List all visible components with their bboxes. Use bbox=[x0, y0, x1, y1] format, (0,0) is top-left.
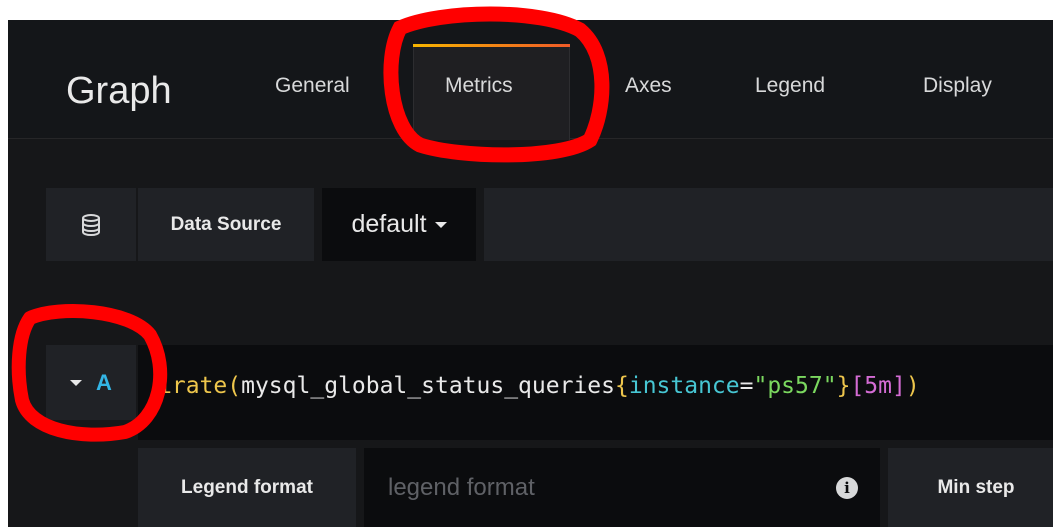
tab-axes[interactable]: Axes bbox=[625, 74, 672, 98]
legend-format-label: Legend format bbox=[138, 448, 356, 527]
database-icon bbox=[82, 213, 100, 236]
query-label-key: instance bbox=[628, 373, 740, 399]
tab-general[interactable]: General bbox=[275, 74, 350, 98]
query-fn: irate bbox=[158, 373, 228, 399]
query-op: = bbox=[739, 373, 754, 399]
query-paren-close: ) bbox=[905, 373, 920, 399]
tab-legend[interactable]: Legend bbox=[755, 74, 825, 98]
datasource-select[interactable]: default bbox=[322, 188, 476, 261]
datasource-icon-box bbox=[46, 188, 136, 261]
tab-display[interactable]: Display bbox=[923, 74, 992, 98]
query-collapse-toggle[interactable]: A bbox=[46, 345, 136, 420]
datasource-label: Data Source bbox=[138, 188, 314, 261]
tab-metrics[interactable]: Metrics bbox=[445, 74, 513, 98]
query-ref-id: A bbox=[96, 369, 112, 395]
datasource-selected-value: default bbox=[351, 210, 427, 238]
panel-title: Graph bbox=[66, 70, 172, 112]
legend-format-field: i bbox=[364, 448, 880, 527]
query-brace-open: { bbox=[614, 373, 629, 399]
tab-bar: Graph General Metrics Axes Legend Displa… bbox=[8, 20, 1053, 140]
caret-down-icon bbox=[434, 221, 447, 228]
query-editor[interactable]: irate(mysql_global_status_queries{instan… bbox=[138, 345, 1053, 440]
min-step-label: Min step bbox=[888, 448, 1053, 527]
query-paren-open: ( bbox=[227, 373, 242, 399]
panel-editor: Graph General Metrics Axes Legend Displa… bbox=[8, 20, 1053, 527]
query-range: [5m] bbox=[850, 373, 906, 399]
query-label-value: "ps57" bbox=[753, 373, 837, 399]
query-metric: mysql_global_status_queries bbox=[241, 373, 615, 399]
datasource-row-filler bbox=[484, 188, 1053, 261]
collapse-caret-icon bbox=[70, 379, 83, 386]
query-brace-close: } bbox=[836, 373, 851, 399]
legend-format-input[interactable] bbox=[386, 473, 790, 503]
info-icon[interactable]: i bbox=[836, 477, 858, 499]
